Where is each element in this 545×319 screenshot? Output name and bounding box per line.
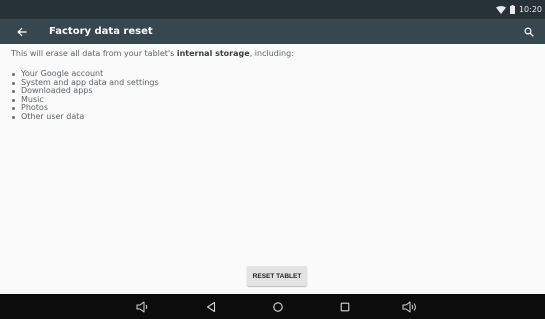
status-time: 10:20 xyxy=(518,5,542,14)
status-icons: 10:20 xyxy=(495,3,542,16)
home-circle-icon[interactable] xyxy=(269,298,287,316)
data-list: Your Google account System and app data … xyxy=(11,69,531,122)
volume-down-icon[interactable] xyxy=(134,298,152,316)
bullet-icon xyxy=(12,81,15,85)
app-bar: Factory data reset xyxy=(0,19,545,44)
bullet-icon xyxy=(12,73,15,76)
back-triangle-icon[interactable] xyxy=(202,298,220,316)
search-icon[interactable] xyxy=(520,23,538,41)
recents-square-icon[interactable] xyxy=(336,298,354,316)
volume-up-icon[interactable] xyxy=(401,298,419,316)
intro-text: This will erase all data from your table… xyxy=(11,49,531,59)
reset-tablet-button[interactable]: RESET TABLET xyxy=(247,266,307,286)
page-title: Factory data reset xyxy=(49,26,153,37)
status-bar: 10:20 xyxy=(0,0,545,19)
intro-text-start: This will erase all data from your table… xyxy=(11,49,177,58)
bullet-icon xyxy=(12,98,15,102)
bullet-icon xyxy=(12,90,15,94)
reset-description: This will erase all data from your table… xyxy=(11,46,531,122)
list-item-label: Other user data xyxy=(21,111,85,121)
list-item: Music xyxy=(11,95,531,105)
bullet-icon xyxy=(12,115,15,119)
intro-text-bold: internal storage xyxy=(176,49,250,58)
list-item: Downloaded apps xyxy=(11,86,531,96)
wifi-icon xyxy=(495,5,506,14)
intro-text-end: , including: xyxy=(249,49,294,58)
navigation-bar xyxy=(0,294,545,319)
arrow-back-icon[interactable] xyxy=(12,22,32,42)
battery-icon xyxy=(509,5,515,14)
list-item: Other user data xyxy=(11,111,531,122)
bullet-icon xyxy=(12,107,15,111)
list-item: Photos xyxy=(11,104,531,113)
